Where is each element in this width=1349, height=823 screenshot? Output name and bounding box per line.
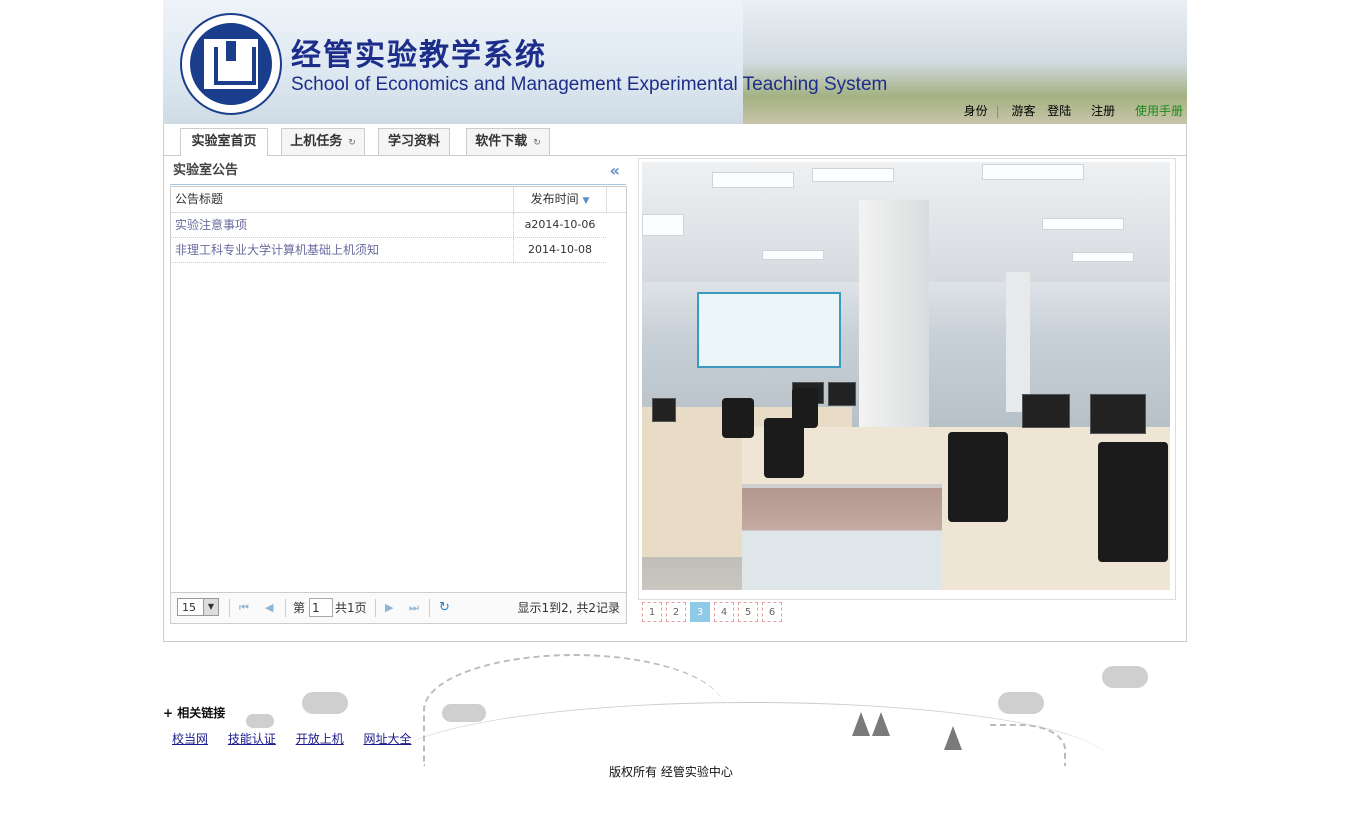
tab-learning-materials[interactable]: 学习资料 xyxy=(378,128,450,155)
slide-dot[interactable]: 1 xyxy=(642,602,662,622)
page-prefix: 第 xyxy=(293,601,306,615)
chevron-down-icon: ▼ xyxy=(203,599,218,615)
register-link[interactable]: 注册 xyxy=(1091,104,1115,118)
notice-panel-title: 实验室公告 xyxy=(173,163,239,178)
page-size-select[interactable]: 15 ▼ xyxy=(177,598,219,616)
cloud-decoration xyxy=(246,714,274,728)
tree-decoration xyxy=(944,726,962,750)
table-row[interactable]: 非理工科专业大学计算机基础上机须知 2014-10-08 xyxy=(171,238,606,263)
cloud-decoration xyxy=(998,692,1044,714)
column-header-title[interactable]: 公告标题 xyxy=(175,187,511,212)
system-title-en: School of Economics and Management Exper… xyxy=(291,74,888,95)
slide-dot[interactable]: 4 xyxy=(714,602,734,622)
prev-page-icon[interactable]: ◀ xyxy=(265,593,273,623)
slide-dot[interactable]: 2 xyxy=(666,602,686,622)
university-logo xyxy=(180,13,282,115)
slide-dot[interactable]: 6 xyxy=(762,602,782,622)
related-links-title: + 相关链接 xyxy=(163,706,226,720)
footer: + 相关链接 校当网 技能认证 开放上机 网址大全 版权所有 经管实验中心 xyxy=(0,642,1349,780)
top-links: 身份 | 游客 登陆 注册 使用手册 xyxy=(963,104,1183,118)
notice-panel: 实验室公告 « 公告标题 发布时间 ▼ 实验注意事项 a2014-10-06 非… xyxy=(170,158,627,624)
slide-dot-active[interactable]: 3 xyxy=(690,602,710,622)
first-page-icon[interactable]: ⏮ xyxy=(239,593,249,623)
table-row[interactable]: 实验注意事项 a2014-10-06 xyxy=(171,213,606,238)
slideshow-panel xyxy=(638,158,1176,600)
cloud-decoration xyxy=(1102,666,1148,688)
footer-link-url-directory[interactable]: 网址大全 xyxy=(364,732,412,746)
column-header-date[interactable]: 发布时间 ▼ xyxy=(513,187,606,214)
refresh-icon[interactable]: ↻ xyxy=(439,593,450,623)
last-page-icon[interactable]: ⏭ xyxy=(409,593,419,623)
identity-label: 身份 xyxy=(963,104,988,118)
notice-panel-header: 实验室公告 « xyxy=(170,158,626,185)
main-content: 实验室首页 上机任务 ↻ 学习资料 软件下载 ↻ 实验室公告 « 公告标题 发布时间… xyxy=(163,124,1187,642)
tab-bar: 实验室首页 上机任务 ↻ 学习资料 软件下载 ↻ xyxy=(164,124,1186,156)
cloud-decoration xyxy=(302,692,348,714)
cloud-decoration xyxy=(442,704,486,722)
record-info: 显示1到2, 共2记录 xyxy=(517,601,620,615)
sort-desc-icon: ▼ xyxy=(582,196,590,206)
notice-title[interactable]: 实验注意事项 xyxy=(175,213,247,237)
tab-software-download[interactable]: 软件下载 ↻ xyxy=(466,128,550,155)
page-total: 共1页 xyxy=(335,601,367,615)
page-wrapper: 经管实验教学系统 School of Economics and Managem… xyxy=(163,0,1187,642)
refresh-icon: ↻ xyxy=(533,138,541,148)
manual-link[interactable]: 使用手册 xyxy=(1135,104,1183,118)
grid-header: 公告标题 发布时间 ▼ xyxy=(171,187,626,214)
tab-computer-tasks[interactable]: 上机任务 ↻ xyxy=(281,128,365,155)
tree-decoration xyxy=(852,712,870,736)
next-page-icon[interactable]: ▶ xyxy=(385,593,393,623)
header-banner: 经管实验教学系统 School of Economics and Managem… xyxy=(163,0,1187,124)
notice-title[interactable]: 非理工科专业大学计算机基础上机须知 xyxy=(175,238,379,262)
lab-photo xyxy=(642,162,1170,590)
tab-lab-home[interactable]: 实验室首页 xyxy=(180,128,268,156)
footer-link-open-lab[interactable]: 开放上机 xyxy=(296,732,344,746)
slide-dot[interactable]: 5 xyxy=(738,602,758,622)
page-number-input[interactable]: 1 xyxy=(309,598,333,617)
refresh-icon: ↻ xyxy=(348,138,356,148)
login-link[interactable]: 登陆 xyxy=(1047,104,1071,118)
collapse-icon[interactable]: « xyxy=(610,158,620,184)
footer-link-skill-cert[interactable]: 技能认证 xyxy=(228,732,276,746)
pagination-bar: 15 ▼ ⏮ ◀ 第 1 共1页 ▶ ⏭ ↻ 显示1到2, 共2记录 xyxy=(171,592,626,623)
notice-date: a2014-10-06 xyxy=(513,213,606,237)
related-links: 校当网 技能认证 开放上机 网址大全 xyxy=(172,730,428,747)
notice-grid: 公告标题 发布时间 ▼ 实验注意事项 a2014-10-06 非理工科专业大学计… xyxy=(170,186,627,624)
system-title-cn: 经管实验教学系统 xyxy=(291,38,547,73)
notice-date: 2014-10-08 xyxy=(513,238,606,262)
tree-decoration xyxy=(872,712,890,736)
guest-link[interactable]: 游客 xyxy=(1011,104,1035,118)
footer-link-campus[interactable]: 校当网 xyxy=(172,732,208,746)
copyright-text: 版权所有 经管实验中心 xyxy=(609,765,733,779)
